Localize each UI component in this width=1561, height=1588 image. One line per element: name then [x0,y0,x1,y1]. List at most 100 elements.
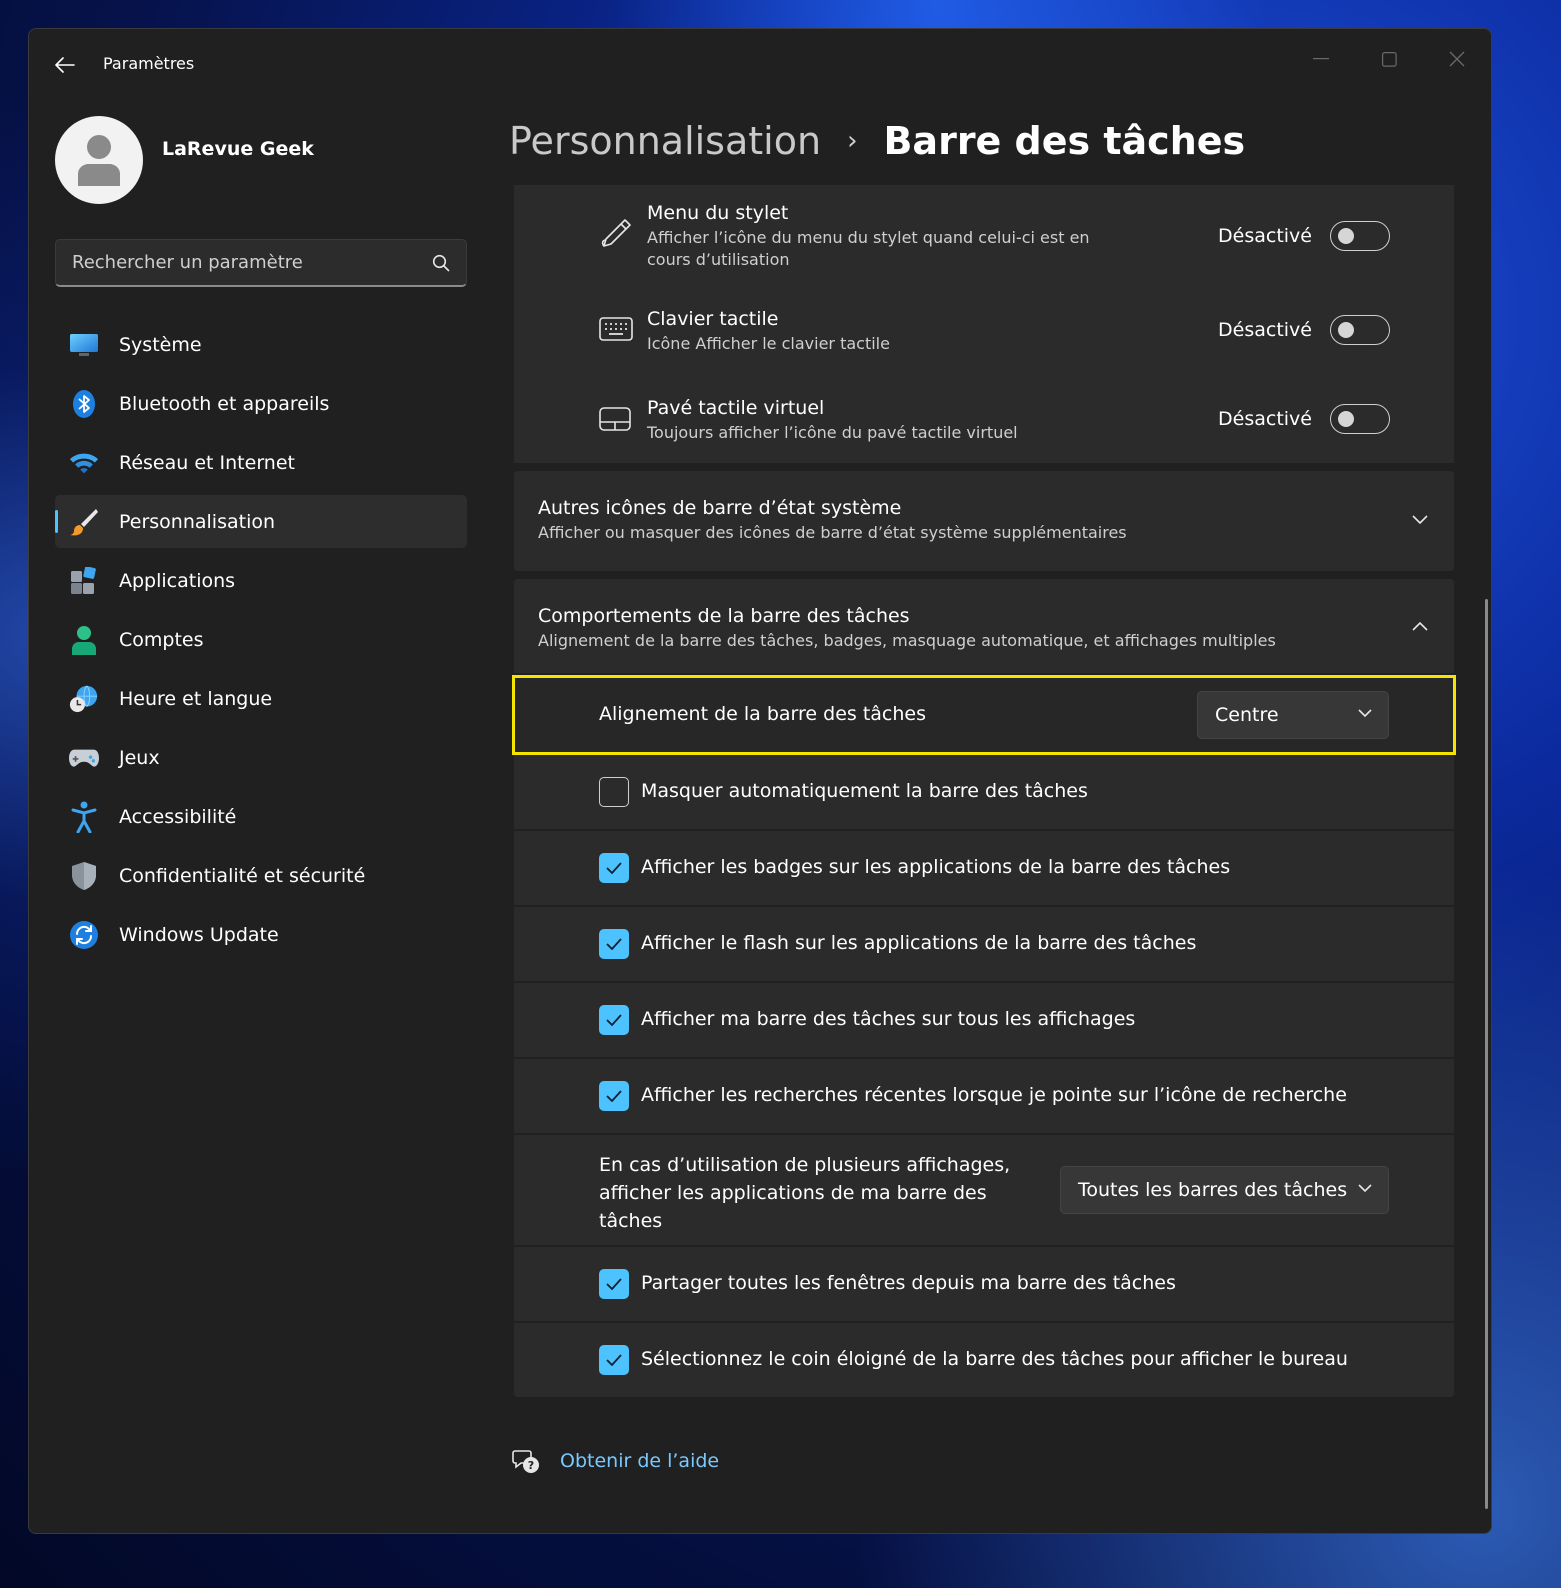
setting-row-pen-menu: Menu du stylet Afficher l’icône du menu … [514,185,1454,285]
toggle-state-label: Désactivé [1218,319,1312,341]
breadcrumb: Personnalisation › Barre des tâches [509,113,1245,169]
sidebar-item-confidentialite[interactable]: Confidentialité et sécurité [55,849,467,902]
checkmark-icon [606,1354,622,1366]
alignment-dropdown[interactable]: Centre [1197,691,1389,739]
sidebar-item-windows-update[interactable]: Windows Update [55,908,467,961]
sidebar-item-comptes[interactable]: Comptes [55,613,467,666]
monitor-icon [69,330,99,360]
flash-checkbox[interactable] [599,929,629,959]
sidebar-item-personnalisation[interactable]: Personnalisation [55,495,467,548]
user-avatar-icon [78,135,120,186]
sidebar-item-heure-langue[interactable]: Heure et langue [55,672,467,725]
page-title: Barre des tâches [883,119,1246,163]
checkbox-label: Afficher les badges sur les applications… [641,856,1231,878]
maximize-icon [1381,51,1397,67]
sidebar-item-systeme[interactable]: Système [55,318,467,371]
shield-icon [69,861,99,891]
toggle-knob [1338,411,1354,427]
expander-subtitle: Afficher ou masquer des icônes de barre … [538,523,1127,542]
sidebar-item-label: Windows Update [119,923,279,946]
checkbox-label: Afficher les recherches récentes lorsque… [641,1084,1347,1106]
toggle-state-label: Désactivé [1218,225,1312,247]
title-bar: Paramètres [29,29,1491,99]
toggle-wrap: Désactivé [1218,404,1390,434]
setting-row-alignment: Alignement de la barre des tâches Centre [512,675,1456,755]
touch-keyboard-toggle[interactable] [1330,315,1390,345]
sidebar-item-label: Bluetooth et appareils [119,392,330,415]
row-subtitle: Icône Afficher le clavier tactile [647,334,890,353]
expander-text: Comportements de la barre des tâches Ali… [538,605,1276,652]
sidebar-item-applications[interactable]: Applications [55,554,467,607]
sidebar-item-reseau[interactable]: Réseau et Internet [55,436,467,489]
settings-content: Menu du stylet Afficher l’icône du menu … [512,185,1456,1397]
sidebar-item-label: Accessibilité [119,805,237,828]
virtual-touchpad-toggle[interactable] [1330,404,1390,434]
setting-row-badges: Afficher les badges sur les applications… [514,831,1454,905]
setting-row-virtual-touchpad: Pavé tactile virtuel Toujours afficher l… [514,375,1454,463]
show-desktop-checkbox[interactable] [599,1345,629,1375]
search-icon[interactable] [432,254,450,272]
toggle-wrap: Désactivé [1218,221,1390,251]
breadcrumb-parent[interactable]: Personnalisation [509,119,821,163]
maximize-button[interactable] [1359,39,1419,79]
sidebar-item-label: Système [119,333,202,356]
checkmark-icon [606,1278,622,1290]
share-windows-checkbox[interactable] [599,1269,629,1299]
minimize-button[interactable] [1291,39,1351,79]
all-displays-checkbox[interactable] [599,1005,629,1035]
setting-row-multi-display: En cas d’utilisation de plusieurs affich… [514,1135,1454,1245]
checkbox-label: Partager toutes les fenêtres depuis ma b… [641,1272,1176,1294]
row-subtitle: Toujours afficher l’icône du pavé tactil… [647,423,1018,442]
brush-icon [69,507,99,537]
setting-row-touch-keyboard: Clavier tactile Icône Afficher le clavie… [514,287,1454,373]
recent-searches-checkbox[interactable] [599,1081,629,1111]
checkmark-icon [606,1014,622,1026]
sidebar-nav: Système Bluetooth et appareils Réseau et… [55,318,467,967]
search-input[interactable] [56,240,466,285]
chevron-down-icon [1412,515,1428,525]
taskbar-behaviors-expander[interactable]: Comportements de la barre des tâches Ali… [514,579,1454,673]
sidebar-item-label: Applications [119,569,236,592]
setting-row-flash: Afficher le flash sur les applications d… [514,907,1454,981]
account-icon [69,625,99,655]
clock-globe-icon [69,684,99,714]
expander-text: Autres icônes de barre d’état système Af… [538,497,1127,544]
checkmark-icon [606,938,622,950]
sidebar-item-bluetooth[interactable]: Bluetooth et appareils [55,377,467,430]
row-subtitle: Afficher l’icône du menu du stylet quand… [647,228,1090,269]
profile-name: LaRevue Geek [162,138,314,160]
breadcrumb-separator: › [847,126,858,156]
touchpad-icon [599,407,631,431]
sidebar-item-label: Jeux [119,746,160,769]
pen-menu-toggle[interactable] [1330,221,1390,251]
search-box [55,239,467,287]
close-button[interactable] [1427,39,1487,79]
wifi-icon [69,448,99,478]
corner-icons-card: Menu du stylet Afficher l’icône du menu … [514,185,1454,463]
auto-hide-checkbox[interactable] [599,777,629,807]
checkmark-icon [606,1090,622,1102]
expander-title: Autres icônes de barre d’état système [538,497,902,519]
scrollbar[interactable] [1485,599,1488,1509]
row-text: Clavier tactile Icône Afficher le clavie… [647,308,890,355]
multi-display-dropdown[interactable]: Toutes les barres des tâches [1060,1166,1389,1214]
toggle-wrap: Désactivé [1218,315,1390,345]
expander-title: Comportements de la barre des tâches [538,605,910,627]
sidebar-item-accessibilite[interactable]: Accessibilité [55,790,467,843]
badges-checkbox[interactable] [599,853,629,883]
checkbox-label: Afficher ma barre des tâches sur tous le… [641,1008,1136,1030]
other-tray-icons-expander[interactable]: Autres icônes de barre d’état système Af… [514,471,1454,571]
get-help-link[interactable]: Obtenir de l’aide [560,1450,719,1472]
setting-row-recent-searches: Afficher les recherches récentes lorsque… [514,1059,1454,1133]
user-profile[interactable]: LaRevue Geek [55,115,314,205]
sidebar-item-jeux[interactable]: Jeux [55,731,467,784]
row-text: Pavé tactile virtuel Toujours afficher l… [647,397,1018,444]
update-icon [69,920,99,950]
setting-row-all-displays: Afficher ma barre des tâches sur tous le… [514,983,1454,1057]
alignment-label: Alignement de la barre des tâches [599,703,926,725]
svg-text:?: ? [528,1459,534,1472]
help-chat-icon: ? [512,1450,539,1473]
back-button[interactable] [51,51,79,79]
pen-icon [601,219,631,247]
avatar [55,116,143,204]
